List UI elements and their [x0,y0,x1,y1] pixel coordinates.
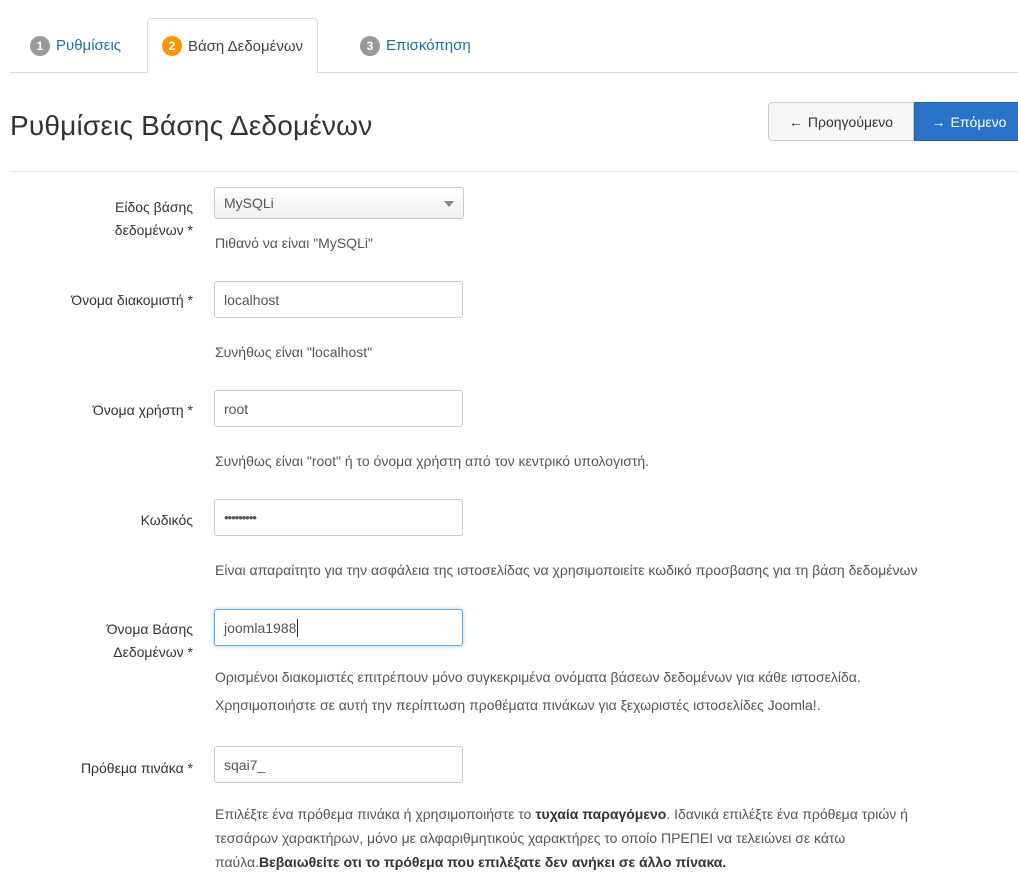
username-label: Όνομα χρήστη * [92,402,193,418]
installer-page: 1 Ρυθμίσεις 2 Βάση Δεδομένων 3 Επισκόπησ… [0,0,1018,877]
db-name-input[interactable]: joomla1988 [214,609,463,646]
password-input-value: ••••••••• [224,510,257,525]
db-name-label-line1: Όνομα Βάσης [106,621,193,637]
db-type-label: Είδος βάσης δεδομένων * [13,196,193,242]
prefix-help-line1: Επιλέξτε ένα πρόθεμα πινάκα ή χρησιμοποι… [215,802,908,826]
prefix-input-value: sqai7_ [224,756,266,773]
step-number-badge: 2 [162,36,182,56]
prefix-help-text: παύλα. [215,854,259,870]
host-help: Συνήθως είναι "localhost" [215,344,373,360]
db-name-input-value: joomla1988 [224,619,297,636]
header-divider [10,171,1018,172]
tab-database[interactable]: 2 Βάση Δεδομένων [147,18,319,74]
random-prefix-link[interactable]: τυχαία παραγόμενο [535,806,666,822]
tab-label: Επισκόπηση [386,37,471,54]
db-type-selected-value: MySQLi [224,195,274,211]
host-label: Όνομα διακομιστή * [71,292,193,308]
prefix-warning-text: Βεβαιωθείτε οτι το πρόθεμα που επιλέξατε… [258,854,727,870]
page-title: Ρυθμίσεις Βάσης Δεδομένων [10,110,373,141]
next-button-label: Επόμενο [950,113,1007,130]
tab-settings[interactable]: 1 Ρυθμίσεις [16,18,135,73]
prefix-label: Πρόθεμα πινάκα * [80,760,193,776]
previous-button-label: Προηγούμενο [807,113,894,130]
db-name-label-line2: Δεδομένων * [113,644,193,660]
text-cursor [297,618,299,637]
next-button[interactable]: → Επόμενο [914,102,1018,141]
db-type-label-line1: Είδος βάσης [115,199,193,215]
host-input-value: localhost [224,291,280,308]
username-help: Συνήθως είναι "root" ή το όνομα χρήστη α… [215,453,650,469]
db-type-label-line2: δεδομένων * [114,222,193,238]
step-number-badge: 1 [30,35,50,56]
db-type-help: Πιθανό να είναι "MySQLi" [215,235,373,251]
password-input[interactable]: ••••••••• [214,499,463,536]
prefix-help-text: . Ιδανικά επιλέξτε ένα πρόθεμα τριών ή [666,806,908,822]
prefix-help-text: Επιλέξτε ένα πρόθεμα πινάκα ή χρησιμοποι… [215,806,536,822]
prefix-help-line2: τεσσάρων χαρακτήρων, μόνο με αλφαριθμητι… [215,830,846,846]
password-label: Κωδικός [140,512,193,528]
arrow-right-icon: → [931,113,946,130]
username-input-value: root [224,400,249,417]
arrow-left-icon: ← [788,113,803,130]
previous-button[interactable]: ← Προηγούμενο [768,102,914,141]
db-name-help-line1: Ορισμένοι διακομιστές επιτρέπουν μόνο συ… [215,669,861,685]
username-input[interactable]: root [214,390,463,427]
db-type-select[interactable]: MySQLi [214,187,464,219]
step-tabs: 1 Ρυθμίσεις 2 Βάση Δεδομένων 3 Επισκόπησ… [10,18,1018,74]
password-help: Είναι απαραίτητο για την ασφάλεια της ισ… [215,562,918,578]
db-name-help-line2: Χρησιμοποιήστε σε αυτή την περίπτωση προ… [215,697,821,713]
host-input[interactable]: localhost [214,281,463,318]
step-number-badge: 3 [360,35,380,56]
prefix-input[interactable]: sqai7_ [214,746,463,783]
db-name-label: Όνομα Βάσης Δεδομένων * [13,618,193,664]
tab-overview[interactable]: 3 Επισκόπηση [346,18,485,73]
prefix-help-line3: παύλα.Βεβαιωθείτε οτι το πρόθεμα που επι… [215,850,726,874]
chevron-down-icon [444,201,454,207]
tab-label: Βάση Δεδομένων [188,37,304,55]
tab-label: Ρυθμίσεις [56,37,122,54]
